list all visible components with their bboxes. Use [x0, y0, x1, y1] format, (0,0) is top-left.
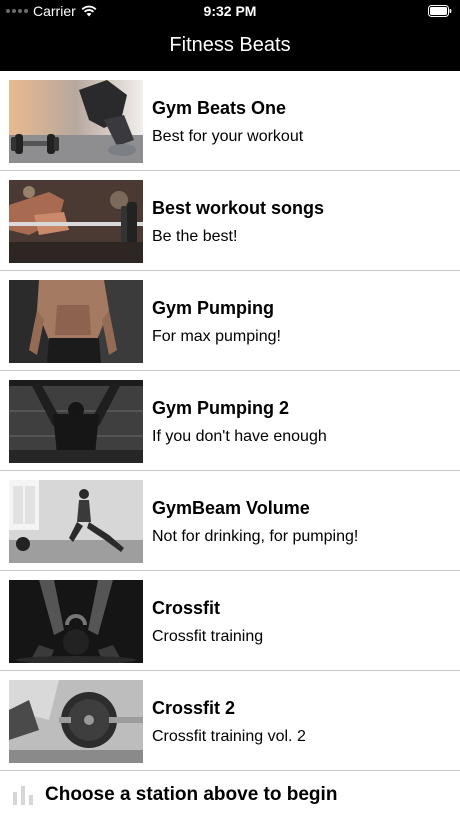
station-name: Crossfit: [152, 598, 221, 618]
station-thumbnail: [9, 680, 143, 763]
station-thumbnail: [9, 380, 143, 463]
station-description: Be the best!: [152, 228, 238, 245]
status-bar: Carrier 9:32 PM: [0, 0, 460, 24]
station-row-gymbeam-volume[interactable]: GymBeam Volume Not for drinking, for pum…: [0, 471, 460, 571]
station-name: Gym Pumping 2: [152, 398, 290, 418]
station-description: Crossfit training vol. 2: [152, 728, 306, 745]
station-name: Crossfit 2: [152, 698, 236, 718]
barbell-grip-photo: [9, 180, 143, 263]
station-row-best-workout-songs[interactable]: Best workout songs Be the best!: [0, 171, 460, 271]
station-thumbnail: [9, 80, 143, 163]
dumbbell-sneakers-photo: [9, 80, 143, 163]
station-thumbnail: [9, 180, 143, 263]
station-name: Gym Beats One: [152, 98, 287, 118]
barbell-plate-photo: [9, 680, 143, 763]
station-name: GymBeam Volume: [152, 498, 310, 518]
lunge-workout-photo: [9, 480, 143, 563]
app-screen: Carrier 9:32 PM Fitness Beats Gym Beats …: [0, 0, 460, 818]
station-description: Not for drinking, for pumping!: [152, 528, 359, 545]
equalizer-icon: [13, 786, 33, 805]
station-name: Gym Pumping: [152, 298, 275, 318]
player-prompt: Choose a station above to begin: [45, 784, 338, 805]
station-description: Best for your workout: [152, 128, 304, 145]
station-thumbnail: [9, 580, 143, 663]
battery-icon: [428, 5, 452, 17]
station-thumbnail: [9, 280, 143, 363]
now-playing-bar: Choose a station above to begin: [0, 771, 460, 818]
station-row-gym-pumping-2[interactable]: Gym Pumping 2 If you don't have enough: [0, 371, 460, 471]
station-row-crossfit-2[interactable]: Crossfit 2 Crossfit training vol. 2: [0, 671, 460, 771]
shirtless-torso-photo: [9, 280, 143, 363]
station-description: Crossfit training: [152, 628, 264, 645]
pullup-back-photo: [9, 380, 143, 463]
station-row-gym-pumping[interactable]: Gym Pumping For max pumping!: [0, 271, 460, 371]
station-list: Gym Beats One Best for your workout Best: [0, 71, 460, 771]
station-name: Best workout songs: [152, 198, 325, 218]
kettlebell-photo: [9, 580, 143, 663]
station-description: If you don't have enough: [152, 428, 327, 445]
station-thumbnail: [9, 480, 143, 563]
station-row-gym-beats-one[interactable]: Gym Beats One Best for your workout: [0, 71, 460, 171]
navigation-bar: Fitness Beats: [0, 24, 460, 71]
status-time: 9:32 PM: [203, 3, 257, 19]
station-description: For max pumping!: [152, 328, 281, 345]
station-row-crossfit[interactable]: Crossfit Crossfit training: [0, 571, 460, 671]
nav-title: Fitness Beats: [169, 34, 291, 56]
